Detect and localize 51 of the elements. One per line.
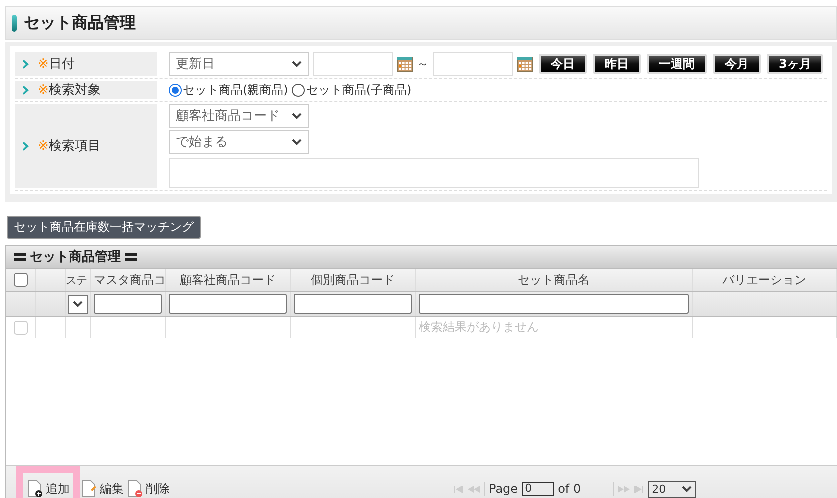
- filter-field[interactable]: [294, 294, 412, 314]
- caret-icon: [682, 486, 692, 492]
- caret-icon: [292, 113, 302, 119]
- matching-button[interactable]: セット商品在庫数一括マッチング: [7, 216, 201, 239]
- quick-date-button[interactable]: 一週間: [647, 54, 707, 74]
- filter-field[interactable]: [419, 294, 689, 314]
- filter-select[interactable]: [68, 294, 88, 314]
- delete-document-icon: [128, 480, 144, 498]
- target-radio[interactable]: セット商品(子商品): [292, 82, 412, 98]
- field-label: ※検索項目: [38, 138, 101, 155]
- quick-date-button[interactable]: 3ヶ月: [767, 54, 824, 74]
- quick-date-button[interactable]: 今日: [539, 54, 587, 74]
- field-label: ※日付: [38, 56, 75, 73]
- page-size-select[interactable]: 20: [648, 480, 696, 498]
- caret-icon: [73, 301, 83, 307]
- chevron-icon: [23, 142, 30, 150]
- date-to-field[interactable]: [433, 52, 513, 76]
- date-type-select[interactable]: 更新日: [169, 52, 309, 76]
- add-document-icon: [28, 480, 44, 498]
- empty-message: 検索結果がありません: [416, 317, 693, 338]
- search-item-select[interactable]: 顧客社商品コード: [169, 104, 309, 128]
- chevron-icon: [23, 86, 30, 94]
- grip-icon: [125, 253, 137, 261]
- select-all-checkbox[interactable]: [14, 273, 28, 287]
- grip-icon: [14, 253, 26, 261]
- row-checkbox[interactable]: [14, 320, 28, 334]
- range-tilde: ～: [417, 56, 429, 72]
- title-mark-icon: [12, 14, 17, 32]
- quick-date-button[interactable]: 今月: [713, 54, 761, 74]
- calendar-icon[interactable]: [517, 56, 533, 72]
- page-label: Page: [489, 482, 518, 496]
- search-field[interactable]: [169, 158, 699, 188]
- quick-date-button[interactable]: 昨日: [593, 54, 641, 74]
- chevron-icon: [23, 60, 30, 68]
- filter-field[interactable]: [94, 294, 162, 314]
- toolbar-action[interactable]: 追加: [16, 466, 80, 498]
- search-item-select[interactable]: で始まる: [169, 130, 309, 154]
- page-count: of 0: [558, 482, 582, 496]
- edit-document-icon: [82, 480, 98, 498]
- calendar-icon[interactable]: [397, 56, 413, 72]
- caret-icon: [292, 139, 302, 145]
- grid-title: セット商品管理: [30, 248, 121, 266]
- page-title: セット商品管理: [24, 12, 136, 34]
- caret-icon: [292, 61, 302, 67]
- field-label: ※検索対象: [38, 82, 101, 99]
- toolbar-action[interactable]: 削除: [126, 480, 172, 498]
- toolbar-action[interactable]: 編集: [80, 480, 126, 498]
- target-radio[interactable]: セット商品(親商品): [169, 82, 288, 98]
- filter-field[interactable]: [169, 294, 287, 314]
- date-from-field[interactable]: [313, 52, 393, 76]
- page-field[interactable]: 0: [522, 482, 554, 496]
